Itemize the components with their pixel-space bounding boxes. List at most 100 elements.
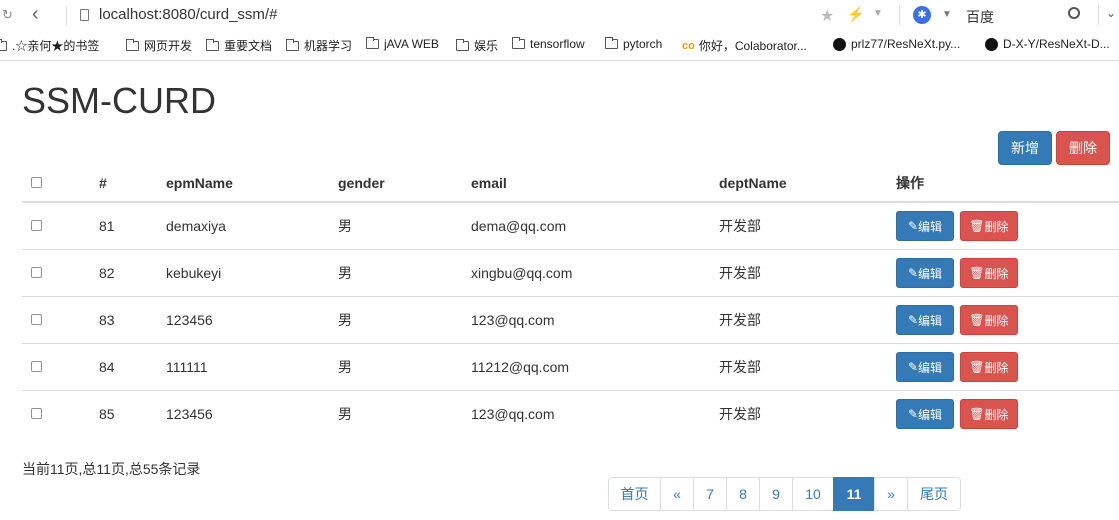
- page-info: 当前11页,总11页,总55条记录: [22, 461, 201, 477]
- cell-actions: ✎ 编辑 🗑 删除: [896, 390, 1119, 437]
- edit-button[interactable]: ✎ 编辑: [896, 305, 954, 335]
- bookmark-item[interactable]: 娱乐: [456, 37, 498, 54]
- folder-icon: [206, 38, 219, 51]
- edit-label: 编辑: [918, 313, 943, 328]
- edit-button[interactable]: ✎ 编辑: [896, 211, 954, 241]
- edit-button[interactable]: ✎ 编辑: [896, 399, 954, 429]
- search-engine-label[interactable]: 百度: [966, 7, 994, 27]
- star-icon[interactable]: ★: [820, 6, 834, 26]
- delete-selected-button[interactable]: 删除: [1056, 131, 1110, 165]
- chevron-down-icon[interactable]: ▼: [873, 8, 883, 19]
- table-row: 84 111111 男 11212@qq.com 开发部 ✎ 编辑 🗑 删除: [22, 343, 1119, 391]
- cell-dept: 开发部: [719, 249, 896, 297]
- pencil-icon: ✎: [907, 313, 919, 327]
- row-delete-button[interactable]: 🗑 删除: [959, 305, 1018, 335]
- select-all-cell: [22, 164, 99, 203]
- cell-gender: 男: [338, 249, 471, 297]
- bookmark-label: prlz77/ResNeXt.py...: [851, 37, 961, 51]
- last-page-link[interactable]: 尾页: [907, 477, 961, 511]
- pagination: 首页 « 7 8 9 10 11 » 尾页: [608, 477, 961, 511]
- bookmark-item[interactable]: D-X-Y/ResNeXt-D...: [985, 37, 1110, 51]
- folder-icon: [456, 38, 469, 51]
- back-icon[interactable]: ‹: [32, 3, 39, 26]
- row-checkbox[interactable]: [31, 361, 42, 372]
- bookmark-item[interactable]: prlz77/ResNeXt.py...: [833, 37, 960, 51]
- row-delete-button[interactable]: 🗑 删除: [959, 258, 1018, 288]
- cell-dept: 开发部: [719, 343, 896, 391]
- cell-email: dema@qq.com: [471, 201, 719, 250]
- delete-label: 删除: [984, 407, 1009, 422]
- folder-icon: [0, 38, 7, 51]
- reload-icon[interactable]: ↻: [2, 7, 13, 23]
- row-checkbox[interactable]: [31, 220, 42, 231]
- edit-button[interactable]: ✎ 编辑: [896, 352, 954, 382]
- row-checkbox[interactable]: [31, 267, 42, 278]
- cell-actions: ✎ 编辑 🗑 删除: [896, 296, 1119, 344]
- delete-label: 删除: [984, 266, 1009, 281]
- cell-email: xingbu@qq.com: [471, 249, 719, 297]
- colab-icon: co: [682, 39, 695, 52]
- bookmark-item[interactable]: .☆亲何★的书签: [0, 37, 99, 54]
- toolbar-divider: [66, 6, 67, 26]
- bookmark-item[interactable]: co 你好，Colaborator...: [682, 37, 807, 54]
- column-header-name: epmName: [166, 164, 338, 203]
- bookmark-item[interactable]: 网页开发: [126, 37, 192, 54]
- address-bar[interactable]: localhost:8080/curd_ssm/#: [99, 6, 277, 23]
- bookmark-label: tensorflow: [530, 37, 585, 51]
- cell-gender: 男: [338, 296, 471, 344]
- delete-label: 删除: [984, 313, 1009, 328]
- table-row: 81 demaxiya 男 dema@qq.com 开发部 ✎ 编辑 🗑 删除: [22, 201, 1119, 250]
- select-all-checkbox[interactable]: [31, 176, 42, 188]
- chevron-down-icon[interactable]: ▼: [942, 9, 952, 20]
- cell-name: kebukeyi: [166, 249, 338, 297]
- toolbar-divider: [899, 5, 900, 25]
- column-header-gender: gender: [338, 164, 471, 203]
- bookmark-item[interactable]: tensorflow: [512, 37, 585, 51]
- cell-email: 11212@qq.com: [471, 343, 719, 391]
- page-link-10[interactable]: 10: [792, 477, 834, 511]
- edit-label: 编辑: [918, 266, 943, 281]
- bookmark-item[interactable]: pytorch: [605, 37, 662, 51]
- cell-name: 123456: [166, 296, 338, 344]
- row-delete-button[interactable]: 🗑 删除: [959, 352, 1018, 382]
- trash-icon: 🗑: [969, 360, 985, 374]
- page-link-11-active[interactable]: 11: [833, 477, 875, 511]
- cell-id: 82: [99, 249, 166, 297]
- baidu-icon[interactable]: ✱: [913, 6, 931, 24]
- browser-toolbar: ↻ ‹ localhost:8080/curd_ssm/# ★ ⚡ ▼ ✱ ▼ …: [0, 0, 1119, 32]
- pencil-icon: ✎: [907, 266, 919, 280]
- bookmark-item[interactable]: jAVA WEB: [366, 37, 439, 51]
- row-delete-button[interactable]: 🗑 删除: [959, 399, 1018, 429]
- page-link-9[interactable]: 9: [759, 477, 793, 511]
- next-page-link[interactable]: »: [874, 477, 908, 511]
- cell-id: 83: [99, 296, 166, 344]
- column-header-email: email: [471, 164, 719, 203]
- row-checkbox[interactable]: [31, 314, 42, 325]
- menu-icon[interactable]: ⌄: [1106, 6, 1116, 20]
- page-icon: [80, 9, 89, 21]
- first-page-link[interactable]: 首页: [608, 477, 661, 511]
- trash-icon: 🗑: [969, 219, 985, 233]
- bookmark-item[interactable]: 重要文档: [206, 37, 272, 54]
- trash-icon: 🗑: [969, 313, 985, 327]
- prev-page-link[interactable]: «: [660, 477, 694, 511]
- bookmark-item[interactable]: 机器学习: [286, 37, 352, 54]
- folder-icon: [512, 37, 525, 49]
- add-button[interactable]: 新增: [998, 131, 1052, 165]
- row-checkbox[interactable]: [31, 408, 42, 419]
- edit-button[interactable]: ✎ 编辑: [896, 258, 954, 288]
- search-icon[interactable]: [1068, 7, 1080, 19]
- page-link-8[interactable]: 8: [726, 477, 760, 511]
- page-title: SSM-CURD: [22, 80, 216, 121]
- bookmark-label: 机器学习: [304, 39, 353, 53]
- bookmark-label: pytorch: [623, 37, 663, 51]
- column-header-id: #: [99, 164, 166, 203]
- trash-icon: 🗑: [969, 266, 985, 280]
- lightning-icon[interactable]: ⚡: [847, 6, 864, 23]
- pencil-icon: ✎: [907, 407, 919, 421]
- row-delete-button[interactable]: 🗑 删除: [959, 211, 1018, 241]
- bookmark-label: 重要文档: [224, 39, 273, 53]
- cell-dept: 开发部: [719, 296, 896, 344]
- page-link-7[interactable]: 7: [693, 477, 727, 511]
- bookmarks-bar: .☆亲何★的书签 网页开发 重要文档 机器学习 jAVA WEB 娱乐 tens…: [0, 32, 1119, 61]
